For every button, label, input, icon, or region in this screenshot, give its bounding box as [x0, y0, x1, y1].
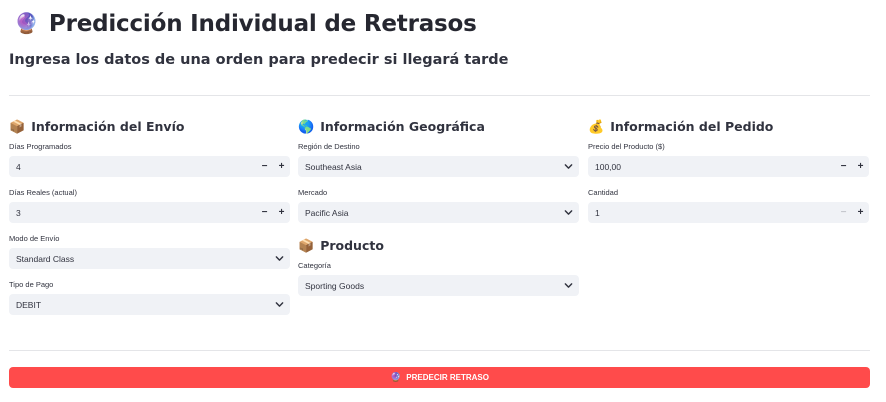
region-select[interactable]: Southeast Asia [298, 156, 579, 177]
page-title: 🔮 Predicción Individual de Retrasos [14, 8, 477, 40]
money-bag-icon: 💰 [588, 118, 605, 134]
divider-top [9, 95, 870, 96]
geografica-heading: Información Geográfica [320, 118, 485, 134]
geografica-column: 🌎 Información Geográfica Región de Desti… [298, 116, 579, 296]
pedido-heading: Información del Pedido [610, 118, 774, 134]
tipo-pago-value[interactable]: DEBIT [9, 300, 268, 310]
categoria-value[interactable]: Sporting Goods [298, 281, 557, 291]
cantidad-label: Cantidad [588, 188, 619, 197]
precio-input[interactable]: 100,00 − + [588, 156, 869, 177]
predict-button-label: PREDECIR RETRASO [406, 373, 489, 382]
cantidad-value[interactable]: 1 [588, 208, 835, 218]
dias-programados-label: Días Programados [9, 142, 72, 151]
chevron-down-icon[interactable] [557, 208, 579, 217]
cantidad-decrement-button[interactable]: − [835, 202, 852, 223]
crystal-ball-icon: 🔮 [390, 372, 402, 382]
tipo-pago-label: Tipo de Pago [9, 280, 54, 289]
precio-decrement-button[interactable]: − [835, 156, 852, 177]
dias-reales-decrement-button[interactable]: − [256, 202, 273, 223]
globe-icon: 🌎 [298, 118, 315, 134]
pedido-section-header: 💰 Información del Pedido [588, 116, 869, 136]
envio-column: 📦 Información del Envío Días Programados… [9, 116, 290, 315]
dias-programados-value[interactable]: 4 [9, 162, 256, 172]
categoria-label: Categoría [298, 261, 331, 270]
modo-envio-label: Modo de Envío [9, 234, 60, 243]
precio-label: Precio del Producto ($) [588, 142, 665, 151]
dias-reales-increment-button[interactable]: + [273, 202, 290, 223]
page-title-text: Predicción Individual de Retrasos [48, 11, 477, 37]
envio-heading: Información del Envío [31, 118, 185, 134]
cantidad-input[interactable]: 1 − + [588, 202, 869, 223]
chevron-down-icon[interactable] [557, 162, 579, 171]
mercado-select[interactable]: Pacific Asia [298, 202, 579, 223]
package-icon: 📦 [9, 118, 26, 134]
crystal-ball-icon: 🔮 [14, 13, 39, 35]
precio-value[interactable]: 100,00 [588, 162, 835, 172]
dias-programados-decrement-button[interactable]: − [256, 156, 273, 177]
region-label: Región de Destino [298, 142, 360, 151]
page-subtitle: Ingresa los datos de una orden para pred… [9, 52, 509, 68]
pedido-column: 💰 Información del Pedido Precio del Prod… [588, 116, 869, 223]
package-icon: 📦 [298, 237, 315, 253]
geografica-section-header: 🌎 Información Geográfica [298, 116, 579, 136]
chevron-down-icon[interactable] [268, 254, 290, 263]
dias-reales-value[interactable]: 3 [9, 208, 256, 218]
precio-increment-button[interactable]: + [852, 156, 869, 177]
chevron-down-icon[interactable] [557, 281, 579, 290]
dias-programados-increment-button[interactable]: + [273, 156, 290, 177]
dias-reales-input[interactable]: 3 − + [9, 202, 290, 223]
modo-envio-select[interactable]: Standard Class [9, 248, 290, 269]
categoria-select[interactable]: Sporting Goods [298, 275, 579, 296]
dias-reales-label: Días Reales (actual) [9, 188, 77, 197]
producto-section-header: 📦 Producto [298, 235, 579, 255]
chevron-down-icon[interactable] [268, 300, 290, 309]
producto-heading: Producto [320, 237, 384, 253]
mercado-label: Mercado [298, 188, 328, 197]
predict-button[interactable]: 🔮 PREDECIR RETRASO [9, 367, 870, 388]
modo-envio-value[interactable]: Standard Class [9, 254, 268, 264]
dias-programados-input[interactable]: 4 − + [9, 156, 290, 177]
divider-bottom [9, 350, 870, 351]
region-value[interactable]: Southeast Asia [298, 162, 557, 172]
tipo-pago-select[interactable]: DEBIT [9, 294, 290, 315]
mercado-value[interactable]: Pacific Asia [298, 208, 557, 218]
envio-section-header: 📦 Información del Envío [9, 116, 290, 136]
cantidad-increment-button[interactable]: + [852, 202, 869, 223]
